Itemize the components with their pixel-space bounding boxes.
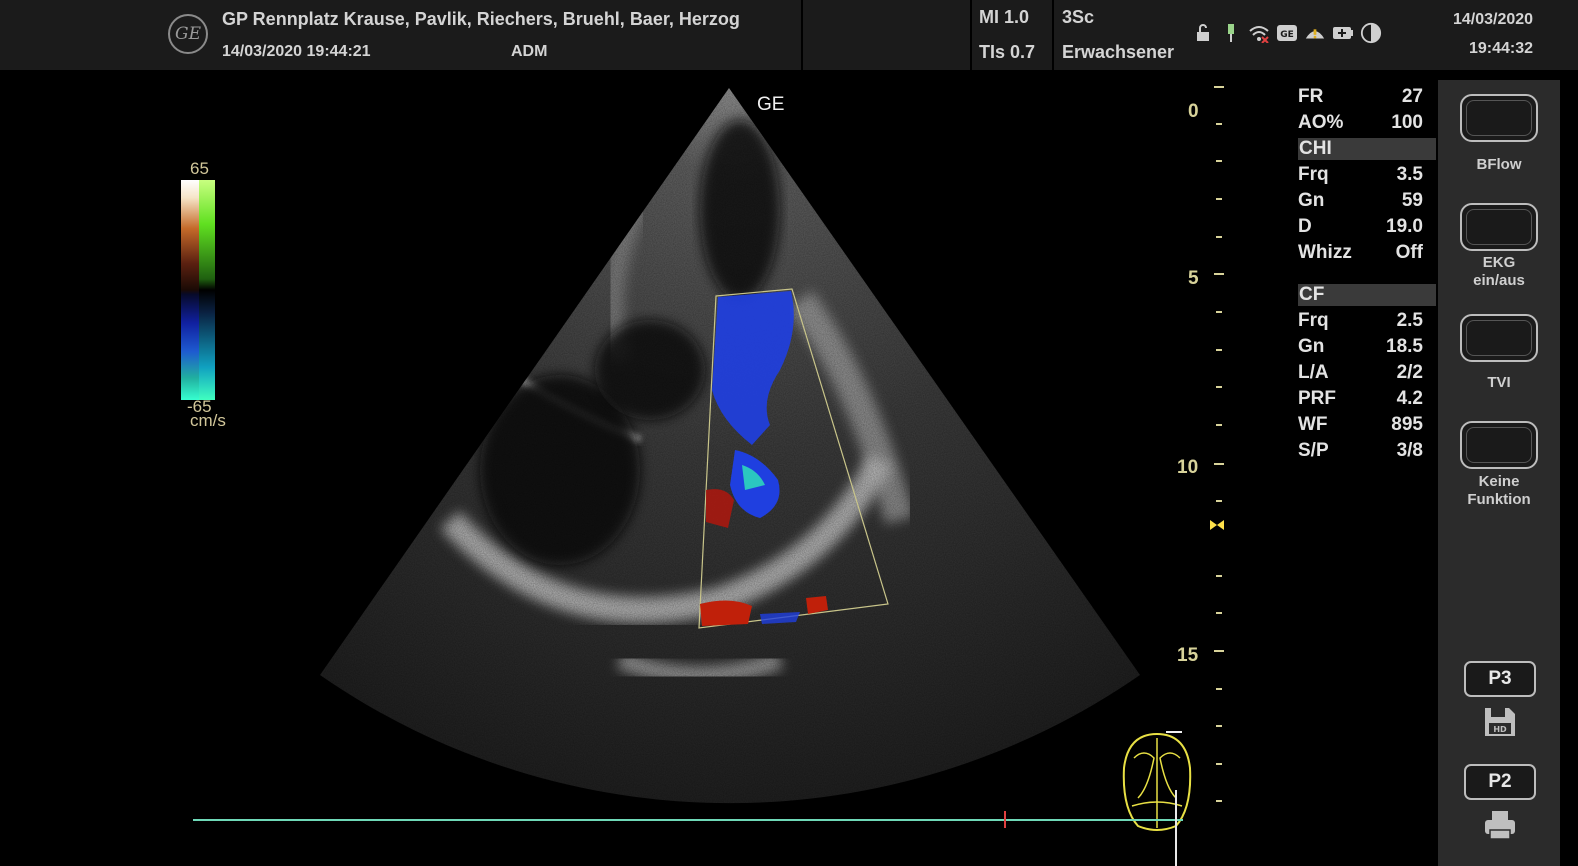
parameter-panel: FR 27 AO% 100 CHI Frq 3.5 Gn 59 D 19.0 Whizz O… — [1298, 84, 1438, 464]
bflow-label: BFlow — [1476, 156, 1522, 173]
depth-label: 10 — [1177, 457, 1199, 478]
probe-orientation-mark: GE — [757, 94, 785, 115]
focus-marker-icon[interactable] — [1210, 520, 1224, 530]
ecg-time-marker — [1175, 790, 1177, 866]
ekg-toggle-button[interactable] — [1460, 203, 1538, 251]
param-row: FR 27 — [1298, 86, 1423, 107]
colorbar-max: 65 — [190, 159, 209, 178]
depth-label: 15 — [1177, 645, 1199, 666]
param-row: Gn 18.5 — [1298, 336, 1423, 357]
ekg-toggle-label: EKG ein/aus — [1473, 254, 1525, 289]
soft-key-sidebar: BFlow EKG ein/aus TVI Keine Funktion P3 … — [1438, 80, 1560, 866]
param-section-chi: CHI — [1298, 138, 1436, 160]
color-velocity-scale-map — [199, 180, 215, 400]
colorbar-unit: cm/s — [190, 411, 226, 430]
p3-button[interactable]: P3 — [1464, 661, 1536, 697]
param-row: WF 895 — [1298, 414, 1423, 435]
param-row: Frq 3.5 — [1298, 164, 1423, 185]
param-row: Whizz Off — [1298, 242, 1423, 263]
p2-button[interactable]: P2 — [1464, 764, 1536, 800]
param-row: Frq 2.5 — [1298, 310, 1423, 331]
ecg-trace — [193, 819, 1183, 821]
param-row: Gn 59 — [1298, 190, 1423, 211]
current-time: 19:44:32 — [1469, 40, 1534, 57]
current-date: 14/03/2020 — [1453, 11, 1534, 28]
bflow-button[interactable] — [1460, 94, 1538, 142]
save-hd-icon[interactable]: HD — [1482, 705, 1518, 739]
tvi-label: TVI — [1487, 374, 1511, 391]
tvi-button[interactable] — [1460, 314, 1538, 362]
depth-label: 0 — [1188, 101, 1199, 122]
param-row: AO% 100 — [1298, 112, 1423, 133]
param-row: PRF 4.2 — [1298, 388, 1423, 409]
echo-sector-image — [320, 88, 1140, 804]
param-row: S/P 3/8 — [1298, 440, 1423, 461]
param-row: L/A 2/2 — [1298, 362, 1423, 383]
no-function-button[interactable] — [1460, 421, 1538, 469]
depth-label: 5 — [1188, 268, 1199, 289]
param-section-cf: CF — [1298, 284, 1436, 306]
save-hd-icon-text: HD — [1493, 725, 1507, 734]
no-function-label: Keine Funktion — [1467, 473, 1531, 508]
printer-icon[interactable] — [1482, 808, 1518, 842]
param-row: D 19.0 — [1298, 216, 1423, 237]
ecg-cursor-marker[interactable] — [1004, 811, 1006, 828]
